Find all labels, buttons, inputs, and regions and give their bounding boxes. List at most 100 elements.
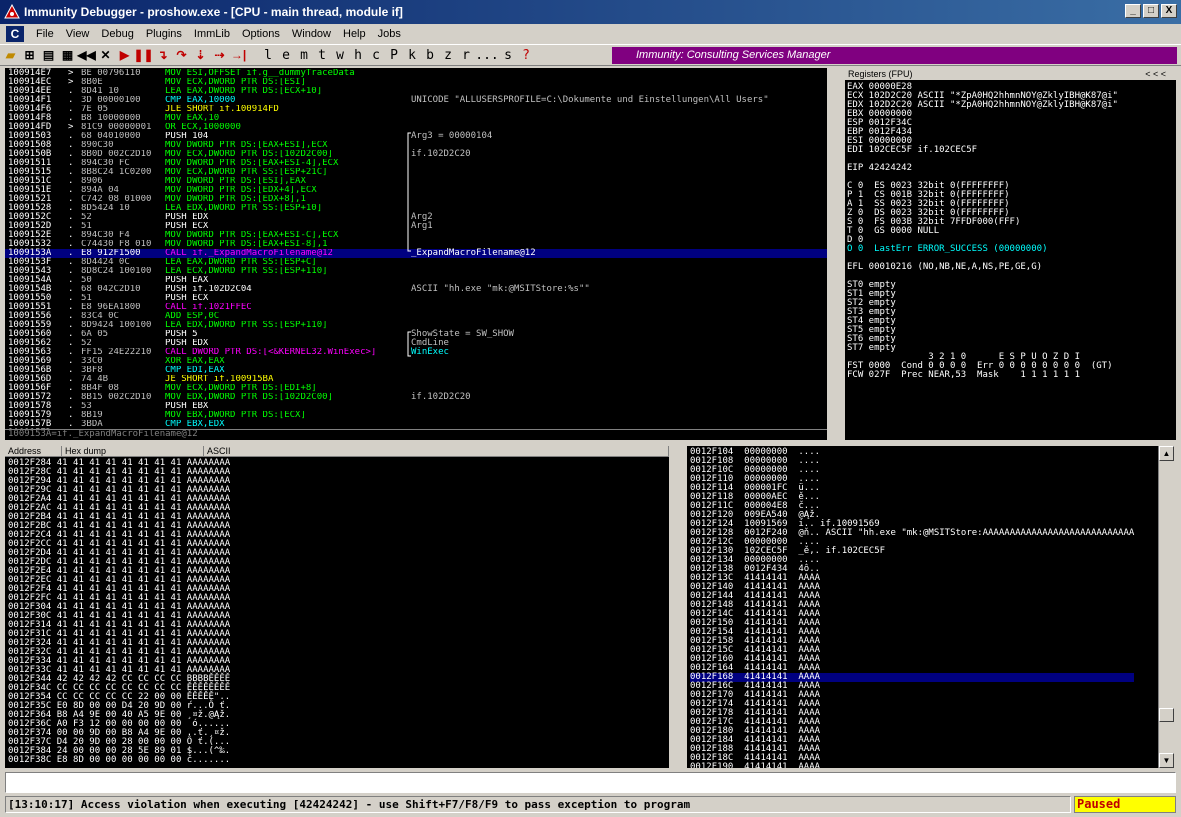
disasm-row[interactable]: 1009156B. 3BF8 CMP EDI,EAX bbox=[5, 366, 827, 375]
menu-debug[interactable]: Debug bbox=[95, 28, 139, 40]
disasm-instruction: PUSH EDX bbox=[165, 213, 209, 222]
disasm-row[interactable]: 100914E7 > BE 00796110 MOV ESI,OFFSET if.g_… bbox=[5, 69, 827, 78]
toolbar-c[interactable]: c bbox=[369, 47, 383, 63]
disasm-row[interactable]: 10091503. 68 04010000 PUSH 104 Arg3 = 00000… bbox=[5, 132, 827, 141]
consulting-banner[interactable]: Immunity: Consulting Services Manager bbox=[612, 47, 1177, 64]
disasm-row[interactable]: 10091569. 33C0 XOR EAX,EAX bbox=[5, 357, 827, 366]
menu-window[interactable]: Window bbox=[286, 28, 337, 40]
cpu-disassembly-pane[interactable]: 100914E7 > BE 00796110 MOV ESI,OFFSET if.g_… bbox=[5, 68, 827, 440]
disasm-row[interactable]: 10091551. E8 96EA1800 CALL if.1021FFEC bbox=[5, 303, 827, 312]
disasm-row[interactable]: 1009157B. 3BDA CMP EBX,EDX bbox=[5, 420, 827, 429]
toolbar-s[interactable]: s bbox=[501, 47, 515, 63]
toolbar-help[interactable]: ? bbox=[519, 47, 533, 63]
disasm-row[interactable]: 10091521. C742 08 01000 MOV DWORD PTR DS:[… bbox=[5, 195, 827, 204]
registers-header[interactable]: Registers (FPU) < < < bbox=[845, 68, 1176, 80]
menu-plugins[interactable]: Plugins bbox=[140, 28, 188, 40]
toolbar-m[interactable]: m bbox=[297, 47, 311, 63]
close-process-icon[interactable]: ✕ bbox=[97, 47, 114, 63]
rewind-icon[interactable]: ◀◀ bbox=[77, 47, 95, 63]
toolbar-k[interactable]: k bbox=[405, 47, 419, 63]
disasm-row[interactable]: 1009153F. 8D4424 0C LEA EAX,DWORD PTR SS:[… bbox=[5, 258, 827, 267]
registers-nav[interactable]: < < < bbox=[1145, 68, 1166, 80]
disasm-row[interactable]: 10091543. 8D8C24 100100 LEA ECX,DWORD PTR … bbox=[5, 267, 827, 276]
menu-options[interactable]: Options bbox=[236, 28, 286, 40]
app-icon[interactable] bbox=[4, 3, 20, 20]
menu-jobs[interactable]: Jobs bbox=[372, 28, 407, 40]
disasm-row[interactable]: 100914F6. 7E 05 JLE SHORT if.100914FD bbox=[5, 105, 827, 114]
log-icon[interactable]: ▤ bbox=[40, 47, 57, 63]
disasm-row[interactable]: 1009150B. 8B0D 002C2D10 MOV ECX,DWORD PTR … bbox=[5, 150, 827, 159]
disasm-row[interactable]: 10091556. 83C4 0C ADD ESP,0C bbox=[5, 312, 827, 321]
toolbar-P[interactable]: P bbox=[387, 47, 401, 63]
stack-pane[interactable]: 0012F104 00000000 .... 0012F108 00000000 … bbox=[687, 446, 1158, 768]
toolbar-z[interactable]: z bbox=[441, 47, 455, 63]
menu-help[interactable]: Help bbox=[337, 28, 372, 40]
disasm-comment: ASCII "hh.exe "mk:@MSITStore:%s"" bbox=[411, 284, 590, 294]
disasm-row[interactable]: 10091579. 8B19 MOV EBX,DWORD PTR DS:[ECX] bbox=[5, 411, 827, 420]
menu-view[interactable]: View bbox=[60, 28, 96, 40]
close-button[interactable]: X bbox=[1161, 4, 1177, 18]
command-input[interactable] bbox=[5, 772, 1176, 793]
trace-into-icon[interactable]: ⇣ bbox=[192, 47, 209, 63]
toolbar-t[interactable]: t bbox=[315, 47, 329, 63]
stack-scrollbar[interactable]: ▲ ▼ bbox=[1158, 446, 1174, 768]
register-line[interactable]: T 0 GS 0000 NULL bbox=[847, 227, 1118, 236]
register-line[interactable]: O 0 LastErr ERROR_SUCCESS (00000000) bbox=[847, 245, 1118, 254]
dump-col-hex[interactable]: Hex dump bbox=[62, 446, 204, 457]
disasm-row[interactable]: 1009151E. 894A 04 MOV DWORD PTR DS:[EDX+4]… bbox=[5, 186, 827, 195]
disasm-hex: 52 bbox=[81, 213, 92, 222]
registers-title: Registers (FPU) bbox=[848, 69, 913, 79]
toolbar-r[interactable]: r bbox=[459, 47, 473, 63]
python-shell-icon[interactable]: ▦ bbox=[59, 47, 76, 63]
toolbar-l[interactable]: l bbox=[261, 47, 275, 63]
scroll-down-icon[interactable]: ▼ bbox=[1159, 753, 1174, 768]
disasm-row[interactable]: 1009153A. E8 912F1500 CALL if._ExpandMacro… bbox=[5, 249, 827, 258]
register-line[interactable]: FCW 027F Prec NEAR,53 Mask 1 1 1 1 1 1 bbox=[847, 371, 1118, 380]
disasm-row[interactable]: 10091550. 51 PUSH ECX bbox=[5, 294, 827, 303]
dump-col-address[interactable]: Address bbox=[5, 446, 62, 457]
disasm-hex: 33C0 bbox=[81, 357, 103, 366]
toolbar-dots[interactable]: ... bbox=[475, 47, 498, 63]
disasm-row[interactable]: 1009151C. 8906 MOV DWORD PTR DS:[ESI],EAX bbox=[5, 177, 827, 186]
disasm-row[interactable]: 10091515. 8B8C24 1C0200 MOV ECX,DWORD PTR … bbox=[5, 168, 827, 177]
disasm-row[interactable]: 100914EC >8B0E MOV ECX,DWORD PTR DS:[ESI] bbox=[5, 78, 827, 87]
step-over-icon[interactable]: ↷ bbox=[173, 47, 190, 63]
hex-dump-pane[interactable]: Address Hex dump ASCII 0012F284 41 41 41… bbox=[5, 446, 669, 768]
disasm-row[interactable]: 1009156D. 74 4B JE SHORT if.100915BA bbox=[5, 375, 827, 384]
disasm-row[interactable]: 10091572. 8B15 002C2D10 MOV EDX,DWORD PTR … bbox=[5, 393, 827, 402]
dump-col-ascii[interactable]: ASCII bbox=[204, 446, 669, 457]
execute-till-return-icon[interactable]: →| bbox=[230, 47, 247, 63]
step-into-icon[interactable]: ↴ bbox=[154, 47, 171, 63]
register-line[interactable]: EFL 00010216 (NO,NB,NE,A,NS,PE,GE,G) bbox=[847, 263, 1118, 272]
disasm-row[interactable]: 10091578. 53 PUSH EBX bbox=[5, 402, 827, 411]
disasm-row[interactable]: 10091511. 894C30 FC MOV DWORD PTR DS:[EAX+… bbox=[5, 159, 827, 168]
menu-file[interactable]: File bbox=[30, 28, 60, 40]
disasm-row[interactable]: 10091563. FF15 24E22210 CALL DWORD PTR DS:… bbox=[5, 348, 827, 357]
toolbar-h[interactable]: h bbox=[351, 47, 365, 63]
open-folder-icon[interactable]: ▰ bbox=[2, 47, 19, 63]
scroll-thumb[interactable] bbox=[1159, 708, 1174, 722]
register-line[interactable]: EDI 102CEC5F if.102CEC5F bbox=[847, 146, 1118, 155]
maximize-button[interactable]: □ bbox=[1143, 4, 1159, 18]
pause-icon[interactable]: ❚❚ bbox=[133, 47, 153, 63]
disasm-row[interactable]: 100914F8. B8 10000000 MOV EAX,10 bbox=[5, 114, 827, 123]
disasm-row[interactable]: 1009152E. 894C30 F4 MOV DWORD PTR DS:[EAX+… bbox=[5, 231, 827, 240]
toolbar-b[interactable]: b bbox=[423, 47, 437, 63]
disasm-row[interactable]: 1009154B. 68 042C2D10 PUSH if.102D2C04 ASCI… bbox=[5, 285, 827, 294]
dump-row[interactable]: 0012F38C E8 8D 00 00 00 00 00 00 č......… bbox=[8, 756, 230, 765]
cpu-window-icon[interactable]: C bbox=[6, 26, 24, 42]
stack-row[interactable]: 0012F190 41414141 AAAA bbox=[690, 763, 1134, 769]
scroll-up-icon[interactable]: ▲ bbox=[1159, 446, 1174, 461]
toolbar-e[interactable]: e bbox=[279, 47, 293, 63]
registers-pane[interactable]: Registers (FPU) < < < EAX 00000E28 ECX 10… bbox=[845, 68, 1176, 440]
disasm-row[interactable]: 1009152D. 51 PUSH ECX Arg1 bbox=[5, 222, 827, 231]
run-icon[interactable]: ▶ bbox=[116, 47, 133, 63]
disasm-row[interactable]: 100914F1. 3D 00000100 CMP EAX,10000 UNICODE… bbox=[5, 96, 827, 105]
restart-icon[interactable]: ⊞ bbox=[21, 47, 38, 63]
register-line[interactable]: EIP 42424242 bbox=[847, 164, 1118, 173]
trace-over-icon[interactable]: ⇢ bbox=[211, 47, 228, 63]
menu-immlib[interactable]: ImmLib bbox=[188, 28, 236, 40]
minimize-button[interactable]: _ bbox=[1125, 4, 1141, 18]
toolbar-w[interactable]: w bbox=[333, 47, 347, 63]
toolbar: ▰ ⊞ ▤ ▦ ◀◀ ✕ ▶ ❚❚ ↴ ↷ ⇣ ⇢ →| l e m t w h… bbox=[0, 44, 1181, 66]
